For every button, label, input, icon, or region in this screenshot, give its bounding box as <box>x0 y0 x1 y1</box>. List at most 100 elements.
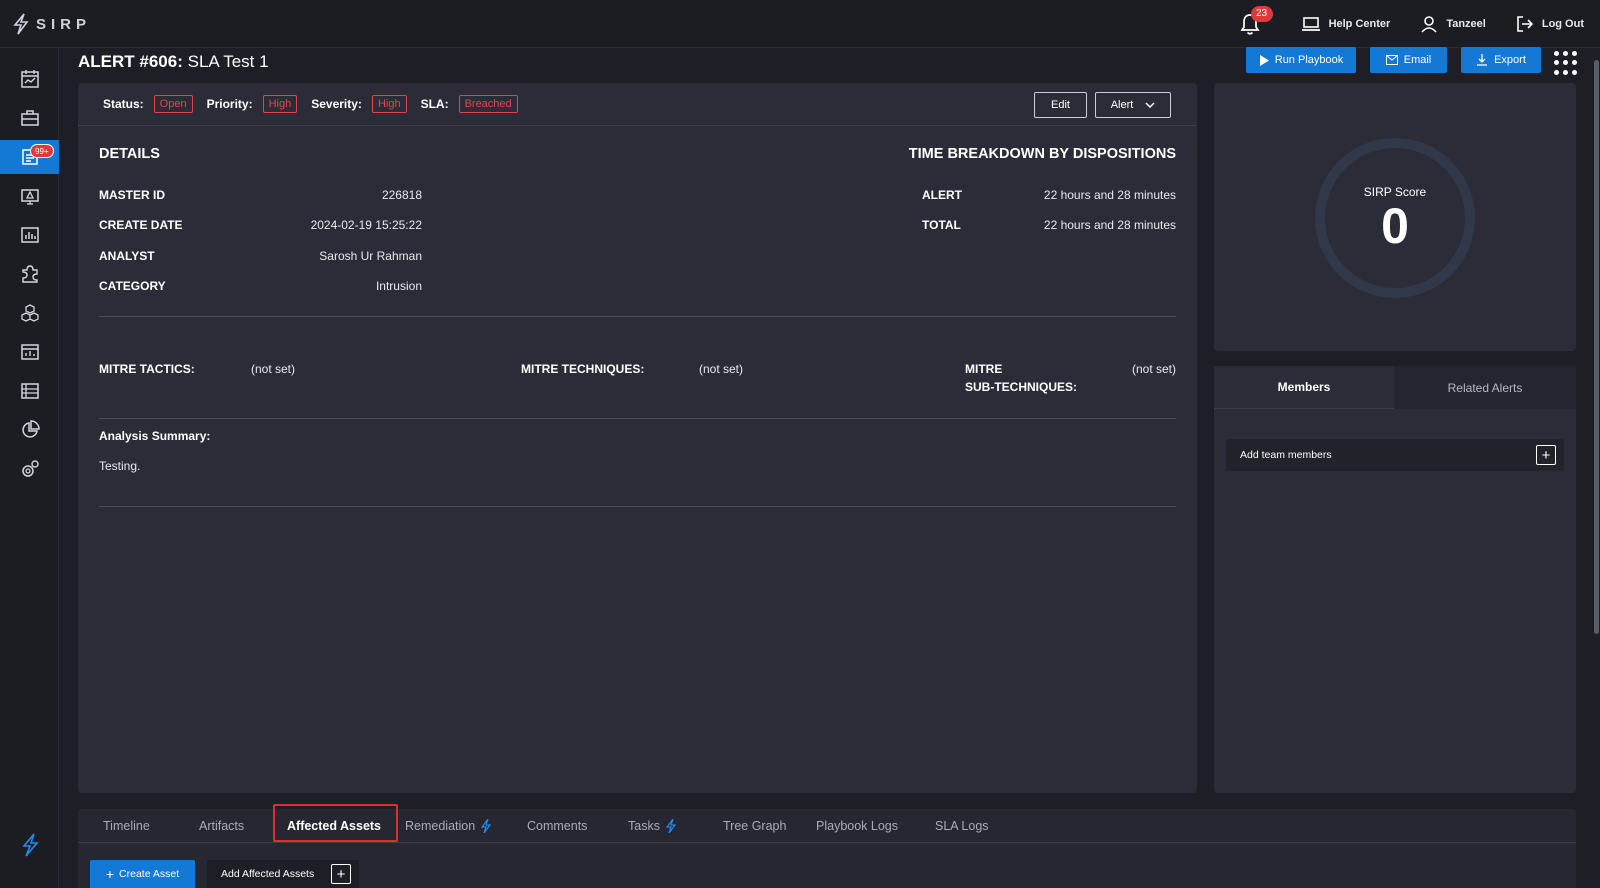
create-asset-label: Create Asset <box>119 868 180 880</box>
alert-number: ALERT #606: <box>78 52 183 71</box>
alerts-count-badge: 99+ <box>30 144 54 158</box>
add-affected-assets-button[interactable]: + <box>331 864 351 884</box>
sidebar-item-alerts[interactable]: 99+ <box>0 140 59 174</box>
time-total-label: TOTAL <box>922 218 961 232</box>
tab-tasks[interactable]: Tasks <box>628 809 676 843</box>
mitre-sub-label-line1: MITRE <box>965 362 1003 376</box>
analysis-summary-label: Analysis Summary: <box>99 429 211 443</box>
plus-icon: + <box>105 866 115 882</box>
notifications-button[interactable]: 23 <box>1239 6 1273 36</box>
export-button[interactable]: Export <box>1461 47 1541 73</box>
bolt-logo-icon <box>13 13 29 35</box>
tab-playbook-logs[interactable]: Playbook Logs <box>816 809 898 843</box>
sidebar-item-assets[interactable] <box>0 296 59 330</box>
cubes-icon <box>20 304 39 322</box>
sidebar-item-charts[interactable] <box>0 413 59 447</box>
mitre-techniques-label: MITRE TECHNIQUES: <box>521 362 645 376</box>
sidebar-item-reports[interactable] <box>0 218 59 252</box>
active-tab-highlight <box>273 804 398 842</box>
database-list-icon <box>20 383 39 399</box>
section-divider <box>99 316 1176 317</box>
help-center-label: Help Center <box>1328 18 1391 30</box>
create-date-label: CREATE DATE <box>99 218 183 232</box>
alert-dropdown-label: Alert <box>1110 99 1134 111</box>
tab-members[interactable]: Members <box>1214 366 1394 409</box>
sidebar-item-data[interactable] <box>0 374 59 408</box>
puzzle-icon <box>21 265 38 283</box>
alert-type-dropdown[interactable]: Alert <box>1095 92 1171 118</box>
category-label: CATEGORY <box>99 279 166 293</box>
section-divider <box>99 418 1176 419</box>
mitre-techniques-value: (not set) <box>699 362 744 376</box>
tab-remediation[interactable]: Remediation <box>405 809 492 843</box>
tab-related-alerts-label: Related Alerts <box>1447 380 1523 395</box>
add-team-members-row: Add team members + <box>1226 439 1564 471</box>
email-label: Email <box>1403 54 1432 66</box>
sidebar-nav: 99+ <box>0 48 59 888</box>
laptop-icon <box>1301 17 1320 31</box>
analyst-value: Sarosh Ur Rahman <box>319 249 422 263</box>
sla-badge: Breached <box>458 95 518 113</box>
logo-text: SIRP <box>36 15 92 33</box>
sidebar-item-dashboard[interactable] <box>0 62 59 96</box>
time-total-value: 22 hours and 28 minutes <box>1043 218 1176 232</box>
download-icon <box>1477 54 1488 66</box>
time-alert-value: 22 hours and 28 minutes <box>1043 188 1176 202</box>
tab-sla-logs-label: SLA Logs <box>935 819 989 833</box>
mitre-tactics-label: MITRE TACTICS: <box>99 362 195 376</box>
sidebar-item-bolt[interactable] <box>0 828 59 862</box>
tab-related-alerts[interactable]: Related Alerts <box>1394 366 1576 409</box>
tab-timeline[interactable]: Timeline <box>103 809 150 843</box>
tab-artifacts[interactable]: Artifacts <box>199 809 244 843</box>
mitre-sub-value: (not set) <box>1131 362 1176 376</box>
sla-label: SLA: <box>420 97 449 111</box>
help-center-link[interactable]: Help Center <box>1301 16 1391 32</box>
edit-button[interactable]: Edit <box>1034 92 1087 118</box>
app-grid-menu-icon[interactable] <box>1554 51 1578 75</box>
email-button[interactable]: Email <box>1370 47 1447 73</box>
category-value: Intrusion <box>375 279 422 293</box>
severity-label: Severity: <box>311 97 362 111</box>
create-date-value: 2024-02-19 15:25:22 <box>310 218 422 232</box>
create-asset-button[interactable]: + Create Asset <box>90 860 195 888</box>
sidebar-item-settings[interactable] <box>0 452 59 486</box>
calendar-chart-icon <box>20 70 39 88</box>
tab-tree-graph[interactable]: Tree Graph <box>723 809 786 843</box>
tab-artifacts-label: Artifacts <box>199 819 245 833</box>
add-affected-assets-label: Add Affected Assets <box>221 868 315 880</box>
status-badge: Open <box>153 95 193 113</box>
briefcase-icon <box>20 110 39 126</box>
sidebar-item-analytics[interactable] <box>0 335 59 369</box>
logout-button[interactable]: Log Out <box>1516 15 1584 33</box>
score-value: 0 <box>1381 198 1409 254</box>
bolt-icon <box>665 819 676 833</box>
sidebar-item-cases[interactable] <box>0 101 59 135</box>
envelope-icon <box>1385 55 1398 65</box>
scrollbar-thumb[interactable] <box>1594 60 1599 634</box>
tab-comments-label: Comments <box>527 819 588 833</box>
run-playbook-button[interactable]: Run Playbook <box>1246 47 1356 73</box>
analyst-label: ANALYST <box>99 249 155 263</box>
user-profile-link[interactable]: Tanzeel <box>1420 15 1486 33</box>
tab-playbook-logs-label: Playbook Logs <box>816 819 899 833</box>
plus-icon: + <box>1541 446 1551 464</box>
add-member-button[interactable]: + <box>1536 445 1556 465</box>
bolt-icon <box>21 833 39 857</box>
sirp-logo[interactable]: SIRP <box>12 13 91 35</box>
bar-report-icon <box>20 227 39 243</box>
tab-comments[interactable]: Comments <box>527 809 587 843</box>
mitre-tactics-value: (not set) <box>251 362 296 376</box>
priority-badge: High <box>262 95 298 113</box>
status-label: Status: <box>103 97 144 111</box>
tab-tree-graph-label: Tree Graph <box>723 819 787 833</box>
bolt-icon <box>481 819 492 833</box>
sidebar-item-integrations[interactable] <box>0 257 59 291</box>
tab-members-label: Members <box>1277 380 1331 394</box>
user-name: Tanzeel <box>1446 18 1486 30</box>
logout-icon <box>1517 16 1533 32</box>
page-title: ALERT #606: SLA Test 1 <box>78 52 269 72</box>
tab-sla-logs[interactable]: SLA Logs <box>935 809 989 843</box>
time-alert-label: ALERT <box>922 188 962 202</box>
dashboard-panel-icon <box>20 344 39 360</box>
sidebar-item-monitoring[interactable] <box>0 179 59 213</box>
